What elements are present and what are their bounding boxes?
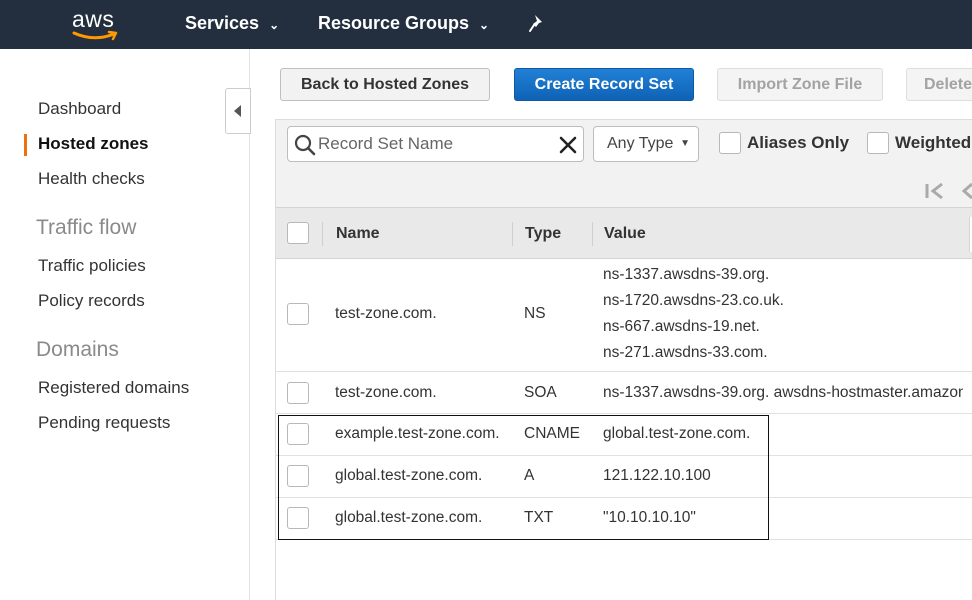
record-type: TXT bbox=[524, 509, 554, 526]
record-type: A bbox=[524, 467, 535, 484]
first-page-icon[interactable] bbox=[924, 181, 946, 201]
aws-logo[interactable]: aws bbox=[72, 6, 122, 42]
pin-icon[interactable] bbox=[528, 14, 546, 34]
row-checkbox[interactable] bbox=[287, 423, 309, 445]
row-checkbox[interactable] bbox=[287, 465, 309, 487]
type-filter-select[interactable]: Any Type ▼ bbox=[593, 126, 699, 162]
back-to-hosted-zones-button[interactable]: Back to Hosted Zones bbox=[280, 68, 490, 101]
search-input[interactable] bbox=[318, 132, 553, 156]
record-sets-table-header: Name Type Value bbox=[275, 207, 972, 259]
active-indicator bbox=[24, 134, 27, 156]
record-type: CNAME bbox=[524, 425, 580, 442]
sidebar-section-domains: Domains bbox=[36, 338, 119, 361]
record-type: NS bbox=[524, 305, 546, 322]
aws-logo-text: aws bbox=[72, 6, 115, 32]
aliases-only-label: Aliases Only bbox=[747, 133, 850, 152]
row-checkbox[interactable] bbox=[287, 382, 309, 404]
table-row[interactable]: global.test-zone.com. A 121.122.10.100 bbox=[276, 456, 972, 498]
column-header-value[interactable]: Value bbox=[604, 225, 646, 243]
caret-left-icon bbox=[234, 105, 241, 117]
sidebar-item-hosted-zones[interactable]: Hosted zones bbox=[38, 134, 149, 154]
sidebar-item-traffic-policies[interactable]: Traffic policies bbox=[38, 256, 146, 276]
weighted-checkbox[interactable] bbox=[867, 132, 889, 154]
record-sets-table: test-zone.com. NS ns-1337.awsdns-39.org.… bbox=[275, 259, 972, 600]
table-row[interactable]: global.test-zone.com. TXT "10.10.10.10" bbox=[276, 498, 972, 540]
sidebar-collapse-button[interactable] bbox=[225, 88, 251, 134]
weighted-filter[interactable]: Weighted bbox=[867, 132, 971, 154]
record-name: global.test-zone.com. bbox=[335, 467, 483, 484]
chevron-down-icon: ⌄ bbox=[479, 17, 490, 32]
sidebar bbox=[0, 49, 250, 600]
column-divider bbox=[322, 222, 323, 246]
sidebar-item-dashboard[interactable]: Dashboard bbox=[38, 99, 121, 119]
resource-groups-menu-label: Resource Groups bbox=[318, 13, 470, 33]
resource-groups-menu[interactable]: Resource Groups ⌄ bbox=[318, 13, 489, 34]
record-name: test-zone.com. bbox=[335, 305, 437, 322]
caret-down-icon: ▼ bbox=[680, 138, 690, 149]
sidebar-item-pending-requests[interactable]: Pending requests bbox=[38, 413, 170, 433]
type-filter-value: Any Type bbox=[607, 135, 674, 152]
services-menu[interactable]: Services ⌄ bbox=[185, 13, 279, 34]
sidebar-item-registered-domains[interactable]: Registered domains bbox=[38, 378, 189, 398]
aws-smile-icon bbox=[72, 30, 118, 41]
sidebar-section-traffic-flow: Traffic flow bbox=[36, 216, 137, 239]
previous-page-icon[interactable] bbox=[960, 181, 972, 201]
record-value: "10.10.10.10" bbox=[603, 509, 696, 526]
column-divider bbox=[512, 222, 513, 246]
import-zone-file-button[interactable]: Import Zone File bbox=[717, 68, 883, 101]
record-value-line: ns-1720.awsdns-23.co.uk. bbox=[603, 292, 784, 309]
column-header-name[interactable]: Name bbox=[336, 225, 380, 243]
record-name: example.test-zone.com. bbox=[335, 425, 500, 442]
table-row[interactable]: example.test-zone.com. CNAME global.test… bbox=[276, 414, 972, 456]
aliases-only-filter[interactable]: Aliases Only bbox=[719, 132, 849, 154]
record-value-line: ns-667.awsdns-19.net. bbox=[603, 318, 760, 335]
table-row[interactable]: test-zone.com. SOA ns-1337.awsdns-39.org… bbox=[276, 372, 972, 414]
column-header-type[interactable]: Type bbox=[525, 225, 561, 243]
select-all-checkbox[interactable] bbox=[287, 222, 309, 244]
record-value: ns-1337.awsdns-39.org. ns-1720.awsdns-23… bbox=[603, 262, 784, 366]
column-divider bbox=[592, 222, 593, 246]
record-set-search bbox=[287, 126, 584, 162]
clear-icon[interactable] bbox=[559, 136, 577, 154]
services-menu-label: Services bbox=[185, 13, 260, 33]
record-value: 121.122.10.100 bbox=[603, 467, 711, 484]
record-name: test-zone.com. bbox=[335, 384, 437, 401]
delete-button[interactable]: Delete bbox=[906, 68, 972, 101]
sidebar-item-health-checks[interactable]: Health checks bbox=[38, 169, 145, 189]
record-value-line: ns-1337.awsdns-39.org. bbox=[603, 266, 770, 283]
row-checkbox[interactable] bbox=[287, 303, 309, 325]
table-row[interactable]: test-zone.com. NS ns-1337.awsdns-39.org.… bbox=[276, 259, 972, 372]
top-navigation-bar: aws Services ⌄ Resource Groups ⌄ bbox=[0, 0, 972, 49]
chevron-down-icon: ⌄ bbox=[269, 17, 280, 32]
create-record-set-button[interactable]: Create Record Set bbox=[514, 68, 694, 101]
aliases-only-checkbox[interactable] bbox=[719, 132, 741, 154]
sidebar-item-policy-records[interactable]: Policy records bbox=[38, 291, 145, 311]
record-value: global.test-zone.com. bbox=[603, 425, 751, 442]
search-icon bbox=[294, 134, 316, 156]
weighted-label: Weighted bbox=[895, 133, 972, 152]
record-value: ns-1337.awsdns-39.org. awsdns-hostmaster… bbox=[603, 384, 963, 401]
record-name: global.test-zone.com. bbox=[335, 509, 483, 526]
record-type: SOA bbox=[524, 384, 557, 401]
row-checkbox[interactable] bbox=[287, 507, 309, 529]
record-value-line: ns-271.awsdns-33.com. bbox=[603, 344, 768, 361]
